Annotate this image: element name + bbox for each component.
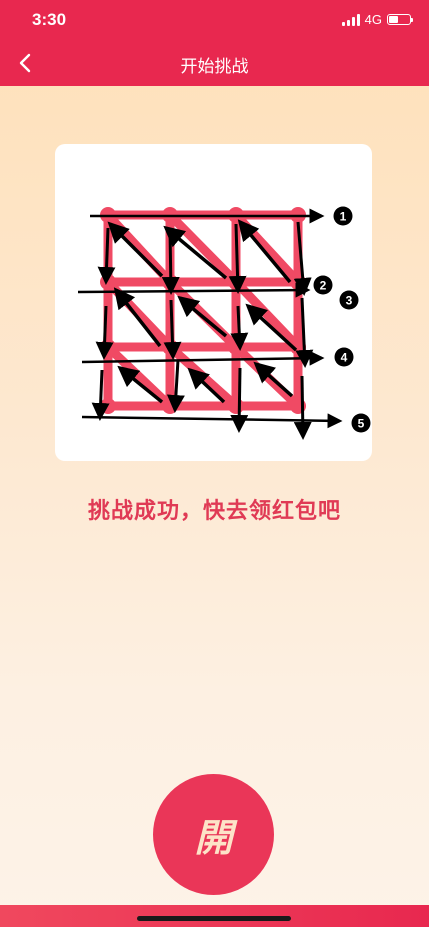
grid-dot bbox=[100, 274, 116, 290]
grid-diagonal-line bbox=[165, 210, 241, 287]
path-arrow bbox=[237, 219, 292, 284]
grid-diagonal-line bbox=[103, 210, 175, 287]
status-indicators: 4G bbox=[341, 12, 413, 27]
grid-dot bbox=[228, 339, 244, 355]
grid-diagonal-line bbox=[231, 342, 303, 411]
battery-icon bbox=[387, 14, 413, 25]
home-indicator[interactable] bbox=[137, 916, 291, 921]
step-label: 5 bbox=[358, 417, 365, 431]
grid-dot bbox=[100, 398, 116, 414]
grid-diagonal-line bbox=[231, 210, 303, 287]
step-label: 2 bbox=[320, 279, 327, 293]
open-button-label: 開 bbox=[194, 818, 233, 860]
grid-dot bbox=[100, 339, 116, 355]
signal-bars-icon bbox=[341, 13, 360, 26]
step-label: 3 bbox=[346, 294, 353, 308]
grid-dot bbox=[228, 398, 244, 414]
status-time: 3:30 bbox=[32, 10, 67, 29]
page-title: 开始挑战 bbox=[180, 57, 249, 76]
path-arrow bbox=[177, 295, 228, 338]
grid-dot bbox=[228, 274, 244, 290]
puzzle-diagram: 1 2 3 4 5 bbox=[77, 206, 371, 440]
battery-level-fill bbox=[389, 16, 398, 23]
path-arrow bbox=[253, 361, 294, 398]
nav-bar: 开始挑战 bbox=[0, 40, 429, 86]
grid-diagonal-line bbox=[165, 342, 241, 411]
path-arrow bbox=[91, 369, 110, 421]
path-arrow bbox=[230, 305, 249, 351]
status-bar: 3:30 4G bbox=[0, 0, 429, 40]
path-arrow bbox=[230, 367, 249, 433]
path-arrow bbox=[228, 223, 247, 294]
path-arrow bbox=[293, 375, 312, 440]
path-arrow bbox=[97, 227, 116, 285]
path-arrow bbox=[107, 221, 164, 278]
path-arrow bbox=[113, 287, 162, 348]
screen: 3:30 4G 开始挑战 1 2 3 4 5 挑战成功，快去领红包吧 開 bbox=[0, 0, 429, 927]
success-message: 挑战成功，快去领红包吧 bbox=[87, 498, 341, 523]
open-red-packet-button[interactable]: 開 bbox=[153, 774, 274, 895]
path-arrow bbox=[95, 305, 114, 360]
grid-diagonal-line bbox=[103, 342, 175, 411]
step-label: 1 bbox=[340, 210, 347, 224]
path-arrow bbox=[161, 229, 180, 295]
puzzle-card: 1 2 3 4 5 bbox=[55, 144, 372, 461]
network-label: 4G bbox=[364, 12, 382, 27]
step-label: 4 bbox=[341, 351, 348, 365]
grid-dot bbox=[162, 339, 178, 355]
path-arrow bbox=[163, 299, 182, 360]
